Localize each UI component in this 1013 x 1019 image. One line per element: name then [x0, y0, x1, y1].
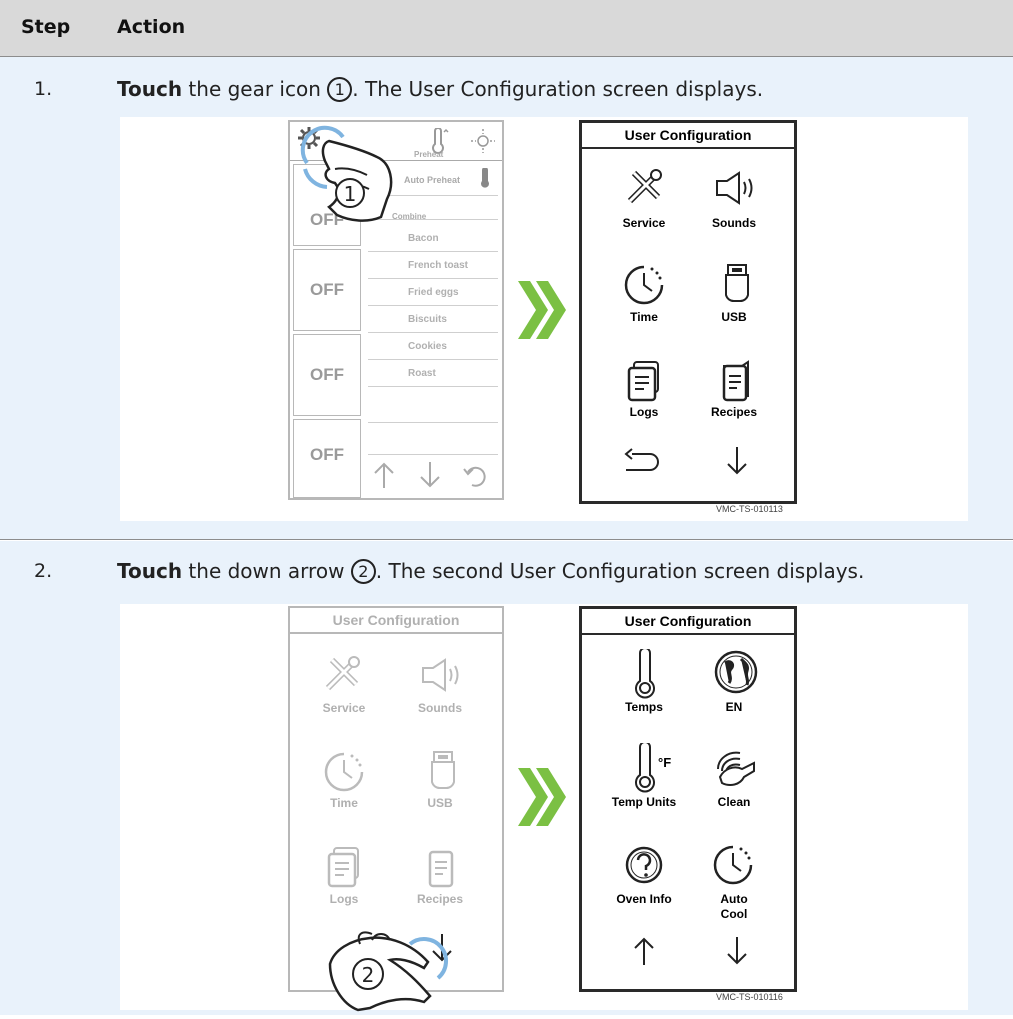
service-tools-icon: [624, 167, 664, 212]
auto-cool-clock-icon: [711, 843, 755, 892]
logs-document-icon: [626, 360, 662, 407]
screen-title: User Configuration: [582, 123, 794, 149]
off-button: OFF: [293, 419, 361, 498]
scroll-down-arrow-icon: [418, 460, 442, 495]
time-clock-icon: [622, 263, 666, 312]
recipes-label: Recipes: [710, 405, 758, 419]
instruction-text: the gear icon: [182, 77, 328, 101]
callout-number-1: 1: [344, 182, 357, 206]
auto-cool-label: Auto Cool: [720, 892, 748, 921]
instruction-text: the down arrow: [182, 559, 351, 583]
sounds-label: Sounds: [418, 701, 462, 715]
usb-label: USB: [427, 796, 453, 810]
figure-code: VMC-TS-010113: [716, 504, 783, 514]
language-globe-icon: [713, 649, 759, 700]
service-tools-icon: [322, 654, 362, 699]
table-header: Step Action: [0, 0, 1013, 57]
step-figure: Preheat OFF OFF OFF OFF Auto Preheat Com…: [120, 117, 968, 521]
up-arrow-icon: [632, 935, 656, 972]
time-label: Time: [630, 310, 658, 324]
step-column-header: Step: [21, 16, 71, 38]
user-config-screen: User Configuration Service Sounds Time U…: [579, 120, 797, 504]
step-row-1: 1. Touch the gear icon 1. The User Confi…: [0, 57, 1013, 540]
step-number: 2.: [34, 560, 53, 582]
undo-icon: [462, 462, 490, 495]
recipe-item: French toast: [368, 252, 498, 279]
touch-hand-icon: 1: [295, 123, 405, 238]
temp-unit-text: °F: [658, 755, 672, 770]
instruction-text: . The second User Configuration screen d…: [375, 559, 865, 583]
oven-info-question-icon: [624, 845, 664, 890]
preheat-label: Preheat: [414, 150, 444, 159]
sounds-label: Sounds: [712, 216, 756, 230]
usb-label: USB: [721, 310, 747, 324]
recipe-item: Roast: [368, 360, 498, 387]
temp-units-label: Temp Units: [611, 795, 677, 809]
down-arrow-icon: [725, 445, 749, 482]
time-clock-icon: [322, 750, 366, 799]
logs-label: Logs: [629, 405, 659, 419]
action-column-header: Action: [117, 16, 186, 38]
recipe-item: Fried eggs: [368, 279, 498, 306]
instruction-emphasis: Touch: [117, 77, 183, 101]
brightness-icon: [470, 128, 496, 159]
usb-drive-icon: [430, 750, 456, 795]
callout-marker: 1: [327, 77, 353, 102]
off-button: OFF: [293, 249, 361, 331]
temps-thermometer-icon: [632, 647, 658, 704]
recipes-book-icon: [426, 846, 458, 893]
callout-marker: 2: [350, 559, 376, 584]
recipe-item: Cookies: [368, 333, 498, 360]
divider: [368, 454, 498, 455]
service-label: Service: [622, 216, 666, 230]
screen-title: User Configuration: [290, 608, 502, 634]
service-label: Service: [322, 701, 366, 715]
step-number: 1.: [34, 78, 53, 100]
scroll-up-arrow-icon: [372, 460, 396, 495]
back-arrow-icon: [622, 448, 662, 483]
preheat-icon: [478, 167, 494, 195]
language-label: EN: [725, 700, 743, 714]
recipe-item: Biscuits: [368, 306, 498, 333]
down-arrow-icon: [725, 935, 749, 972]
time-label: Time: [330, 796, 358, 810]
clean-label: Clean: [717, 795, 751, 809]
sounds-speaker-icon: [714, 171, 758, 210]
step-row-2: 2. Touch the down arrow 2. The second Us…: [0, 541, 1013, 1015]
screen-title: User Configuration: [582, 609, 794, 635]
logs-document-icon: [326, 846, 362, 893]
step-instruction: Touch the down arrow 2. The second User …: [117, 559, 864, 584]
user-config-screen-2: User Configuration Temps EN °F Temp Unit…: [579, 606, 797, 992]
instruction-text: . The User Configuration screen displays…: [352, 77, 764, 101]
recipes-book-icon: [720, 360, 752, 407]
temp-units-thermometer-icon: [632, 741, 658, 798]
step-instruction: Touch the gear icon 1. The User Configur…: [117, 77, 763, 102]
divider: [368, 422, 498, 423]
usb-drive-icon: [724, 263, 750, 308]
clean-hand-icon: [710, 743, 758, 796]
instruction-emphasis: Touch: [117, 559, 183, 583]
sounds-speaker-icon: [420, 658, 464, 697]
off-button: OFF: [293, 334, 361, 416]
temps-label: Temps: [625, 700, 663, 714]
touch-hand-icon: 2: [320, 904, 450, 1019]
next-step-chevron-icon: [514, 277, 566, 348]
figure-code: VMC-TS-010116: [716, 992, 783, 1002]
callout-number-2: 2: [362, 963, 375, 987]
step-figure: User Configuration Service Sounds Time U…: [120, 604, 968, 1012]
oven-info-label: Oven Info: [616, 892, 672, 906]
next-step-chevron-icon: [514, 764, 566, 835]
